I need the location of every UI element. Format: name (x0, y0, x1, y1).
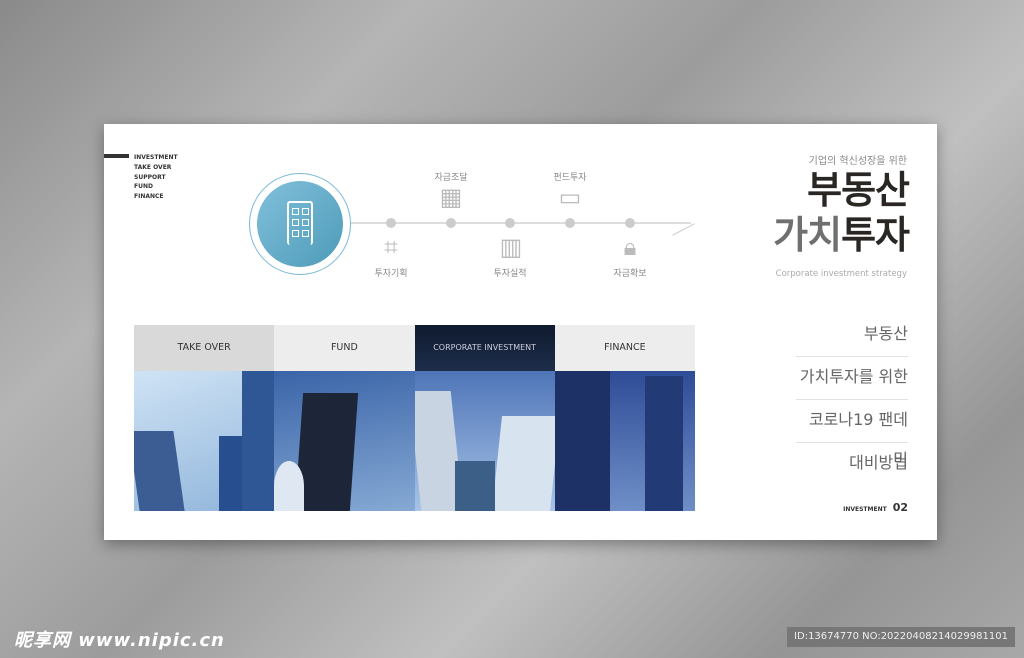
panel-finance: FINANCE (554, 325, 695, 511)
list-item: 부동산 (796, 314, 908, 357)
gold-bars-icon: ▦ (439, 183, 463, 211)
menu-accent-bar (104, 154, 129, 158)
timeline-dot (625, 218, 635, 228)
building-icon (287, 201, 313, 245)
topic-list: 부동산 가치투자를 위한 코로나19 팬데믹 대비방법 (796, 314, 908, 486)
timeline-dot (446, 218, 456, 228)
page-number: 02 (892, 501, 908, 514)
timeline-dot (565, 218, 575, 228)
page-footer: INVESTMENT 02 (843, 501, 908, 514)
list-item: 대비방법 (849, 453, 908, 472)
building-photo (274, 371, 415, 511)
list-item: 가치투자를 위한 (796, 357, 908, 400)
timeline-dot (505, 218, 515, 228)
menu-item: SUPPORT (134, 173, 166, 181)
presentation-slide: INVESTMENT TAKE OVER SUPPORT FUND FINANC… (104, 124, 937, 540)
menu-item: FINANCE (134, 193, 164, 201)
center-circle (249, 173, 351, 275)
building-photo (134, 371, 275, 511)
building-photo (554, 371, 695, 511)
timeline-line (351, 222, 691, 224)
timeline-label: 투자기획 (374, 269, 408, 279)
watermark-logo: 昵享网 www.nipic.cn (14, 630, 225, 651)
panel-fund: FUND (274, 325, 415, 511)
menu-item: FUND (134, 183, 153, 191)
lock-key-icon: 🔒︎ (623, 233, 637, 261)
timeline-dot (386, 218, 396, 228)
growth-chart-icon: ▥ (499, 233, 523, 261)
photo-panels: TAKE OVER FUND CORPORATE INVESTMENT FINA… (134, 325, 695, 511)
list-item: 코로나19 팬데믹 (796, 400, 908, 469)
presentation-chart-icon: ⌗ (384, 233, 398, 261)
subtitle: 기업의 혁신성장을 위한 (808, 156, 907, 167)
menu-item: INVESTMENT (134, 154, 178, 161)
building-photo (414, 371, 555, 511)
menu-item: TAKE OVER (134, 163, 172, 171)
english-subtitle: Corporate investment strategy (775, 269, 907, 279)
credit-card-icon: ▭ (558, 183, 582, 211)
watermark-id: ID:13674770 NO:20220408214029981101 (787, 627, 1015, 647)
title-line-2: 가치투자 (773, 213, 910, 257)
timeline-end (672, 223, 695, 236)
timeline-label: 자금확보 (613, 269, 647, 279)
panel-corporate-investment: CORPORATE INVESTMENT (414, 325, 555, 511)
timeline-label: 투자실적 (493, 269, 527, 279)
panel-take-over: TAKE OVER (134, 325, 275, 511)
side-menu: INVESTMENT TAKE OVER SUPPORT FUND FINANC… (104, 153, 178, 202)
title-line-1: 부동산 (807, 168, 910, 212)
